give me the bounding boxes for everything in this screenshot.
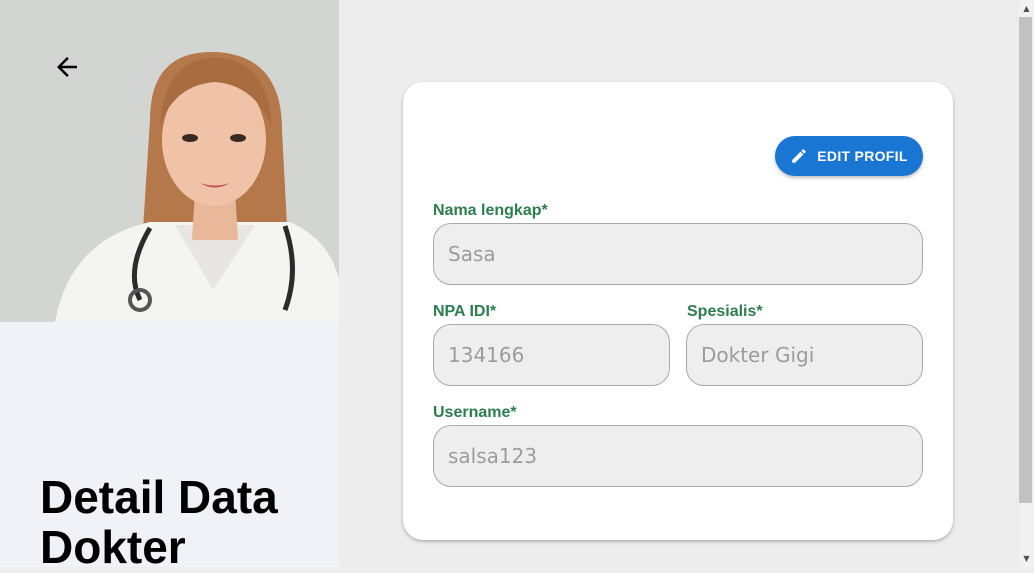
nama-lengkap-field[interactable]: Sasa [433, 223, 923, 285]
npa-idi-field[interactable]: 134166 [433, 324, 670, 386]
npa-idi-value: 134166 [448, 343, 525, 367]
npa-idi-label: NPA IDI* [433, 303, 497, 320]
username-value: salsa123 [448, 444, 538, 468]
scroll-down-arrow[interactable]: ▼ [1019, 550, 1034, 567]
edit-profile-button[interactable]: EDIT PROFIL [775, 136, 923, 176]
back-button[interactable] [48, 48, 86, 86]
username-label: Username* [433, 404, 517, 421]
page-title: Detail Data Dokter [40, 471, 278, 573]
left-panel: Detail Data Dokter [0, 0, 339, 572]
arrow-back-icon [57, 57, 77, 77]
pencil-icon [792, 149, 807, 163]
scrollbar-thumb[interactable] [1019, 17, 1032, 503]
spesialis-value: Dokter Gigi [701, 343, 815, 367]
edit-profile-label: EDIT PROFIL [817, 148, 908, 164]
username-field[interactable]: salsa123 [433, 425, 923, 487]
nama-lengkap-label: Nama lengkap* [433, 202, 548, 219]
spesialis-label: Spesialis* [687, 303, 763, 320]
scroll-up-arrow[interactable]: ▲ [1019, 0, 1034, 17]
spesialis-field[interactable]: Dokter Gigi [686, 324, 923, 386]
nama-lengkap-value: Sasa [448, 242, 496, 266]
